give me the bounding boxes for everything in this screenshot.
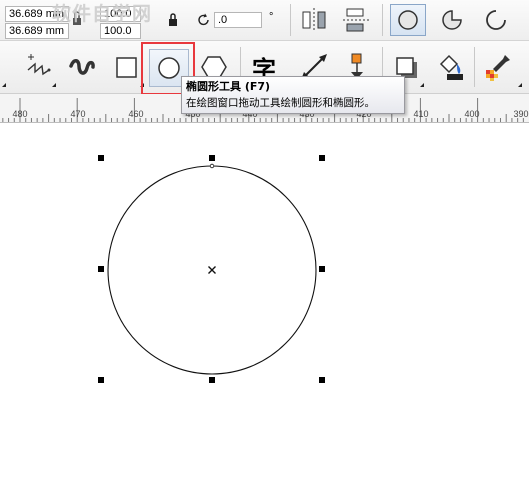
degree-unit-label: ° — [269, 11, 274, 23]
ellipse-tool-tooltip: 椭圆形工具 (F7) 在绘图窗口拖动工具绘制圆形和椭圆形。 — [181, 76, 405, 114]
mirror-vertical-icon[interactable] — [341, 6, 371, 34]
ruler-label: 470 — [70, 109, 86, 119]
ruler-label: 410 — [413, 109, 429, 119]
selection-handle-left[interactable] — [98, 266, 104, 272]
freehand-tool-icon[interactable] — [20, 49, 56, 85]
ruler-label: 390 — [513, 109, 529, 119]
tooltip-description: 在绘图窗口拖动工具绘制圆形和椭圆形。 — [186, 97, 375, 109]
scale-y-field[interactable]: 100.0 — [100, 23, 141, 39]
selection-handle-bottom[interactable] — [209, 377, 215, 383]
ellipse-object[interactable] — [0, 123, 529, 488]
selection-handle-top[interactable] — [209, 155, 215, 161]
selection-handle-bottom-right[interactable] — [319, 377, 325, 383]
scale-x-field[interactable]: 100.0 — [100, 6, 141, 22]
pie-mode-button[interactable] — [434, 4, 470, 36]
object-height-field[interactable]: 36.689 mm — [5, 23, 69, 39]
rotate-icon — [196, 12, 212, 28]
arc-mode-button[interactable] — [478, 4, 514, 36]
selection-handle-top-left[interactable] — [98, 155, 104, 161]
mirror-horizontal-icon[interactable] — [299, 6, 329, 34]
selection-handle-right[interactable] — [319, 266, 325, 272]
eyedropper-tool-icon[interactable] — [480, 49, 516, 85]
rotation-angle-field[interactable]: .0 — [214, 12, 262, 28]
ruler-label: 460 — [128, 109, 144, 119]
ruler-label: 400 — [464, 109, 480, 119]
artistic-media-tool-icon[interactable] — [64, 49, 100, 85]
tooltip-title: 椭圆形工具 (F7) — [186, 80, 271, 93]
rectangle-tool-icon[interactable] — [108, 49, 144, 85]
fill-tool-icon[interactable] — [432, 49, 468, 85]
ruler-label: 480 — [12, 109, 28, 119]
selection-handle-bottom-left[interactable] — [98, 377, 104, 383]
lock-ratio-icon[interactable] — [72, 8, 82, 30]
drawing-canvas[interactable] — [0, 123, 529, 488]
object-width-field[interactable]: 36.689 mm — [5, 6, 69, 22]
ellipse-mode-button[interactable] — [390, 4, 426, 36]
property-bar: 36.689 mm 36.689 mm 100.0 100.0 .0 ° 软件自… — [0, 0, 529, 41]
proportional-lock-icon[interactable] — [166, 12, 180, 28]
selection-handle-top-right[interactable] — [319, 155, 325, 161]
